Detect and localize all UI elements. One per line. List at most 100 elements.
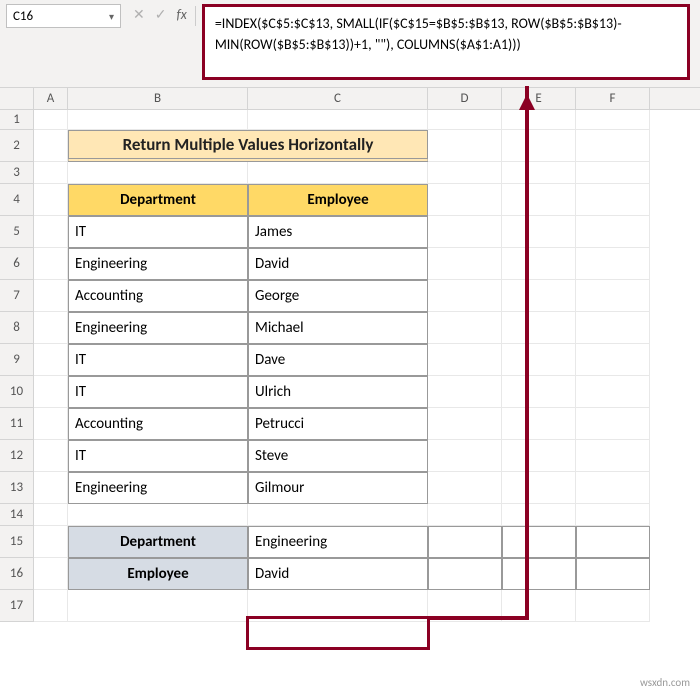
row-header-3[interactable]: 3 <box>0 162 34 184</box>
cell-F7[interactable] <box>576 280 650 312</box>
cell-B14[interactable] <box>68 504 248 526</box>
cell-C14[interactable] <box>248 504 428 526</box>
cell-A6[interactable] <box>34 248 68 280</box>
cell-F11[interactable] <box>576 408 650 440</box>
cell-D15[interactable] <box>428 526 502 558</box>
row-header-14[interactable]: 14 <box>0 504 34 526</box>
cell-B11[interactable]: Accounting <box>68 408 248 440</box>
row-header-8[interactable]: 8 <box>0 312 34 344</box>
cell-A12[interactable] <box>34 440 68 472</box>
cell-A14[interactable] <box>34 504 68 526</box>
col-header-F[interactable]: F <box>576 88 650 109</box>
cell-F9[interactable] <box>576 344 650 376</box>
col-header-B[interactable]: B <box>68 88 248 109</box>
col-header-A[interactable]: A <box>34 88 68 109</box>
cell-D17[interactable] <box>428 590 502 622</box>
enter-icon[interactable]: ✓ <box>155 6 167 23</box>
cell-E6[interactable] <box>502 248 576 280</box>
row-header-13[interactable]: 13 <box>0 472 34 504</box>
row-header-7[interactable]: 7 <box>0 280 34 312</box>
cell-C3[interactable] <box>248 162 428 184</box>
col-header-D[interactable]: D <box>428 88 502 109</box>
cell-D11[interactable] <box>428 408 502 440</box>
cell-C1[interactable] <box>248 110 428 130</box>
cell-F8[interactable] <box>576 312 650 344</box>
cell-F16[interactable] <box>576 558 650 590</box>
cell-A16[interactable] <box>34 558 68 590</box>
col-header-C[interactable]: C <box>248 88 428 109</box>
cell-A8[interactable] <box>34 312 68 344</box>
cell-E2[interactable] <box>502 130 576 162</box>
row-header-10[interactable]: 10 <box>0 376 34 408</box>
cell-F2[interactable] <box>576 130 650 162</box>
cell-A15[interactable] <box>34 526 68 558</box>
cell-F3[interactable] <box>576 162 650 184</box>
cell-F6[interactable] <box>576 248 650 280</box>
cell-C8[interactable]: Michael <box>248 312 428 344</box>
header-employee[interactable]: Employee <box>248 184 428 216</box>
cell-A5[interactable] <box>34 216 68 248</box>
cell-A13[interactable] <box>34 472 68 504</box>
cell-C5[interactable]: James <box>248 216 428 248</box>
cell-D3[interactable] <box>428 162 502 184</box>
name-box[interactable]: C16 ▾ <box>6 4 121 28</box>
header-department[interactable]: Department <box>68 184 248 216</box>
cell-A4[interactable] <box>34 184 68 216</box>
cell-C9[interactable]: Dave <box>248 344 428 376</box>
formula-input[interactable]: =INDEX($C$5:$C$13, SMALL(IF($C$15=$B$5:$… <box>202 4 690 80</box>
cell-C10[interactable]: Ulrich <box>248 376 428 408</box>
cell-B7[interactable]: Accounting <box>68 280 248 312</box>
cell-E9[interactable] <box>502 344 576 376</box>
cell-E7[interactable] <box>502 280 576 312</box>
cell-B17[interactable] <box>68 590 248 622</box>
cell-D9[interactable] <box>428 344 502 376</box>
cell-A9[interactable] <box>34 344 68 376</box>
cell-C15[interactable]: Engineering <box>248 526 428 558</box>
cell-B3[interactable] <box>68 162 248 184</box>
cell-D5[interactable] <box>428 216 502 248</box>
row-header-2[interactable]: 2 <box>0 130 34 162</box>
cell-C17[interactable] <box>248 590 428 622</box>
cell-E5[interactable] <box>502 216 576 248</box>
cell-F14[interactable] <box>576 504 650 526</box>
cell-F12[interactable] <box>576 440 650 472</box>
cell-D6[interactable] <box>428 248 502 280</box>
cell-D8[interactable] <box>428 312 502 344</box>
cell-A7[interactable] <box>34 280 68 312</box>
cell-C12[interactable]: Steve <box>248 440 428 472</box>
cell-B8[interactable]: Engineering <box>68 312 248 344</box>
cell-E4[interactable] <box>502 184 576 216</box>
cell-B10[interactable]: IT <box>68 376 248 408</box>
cell-E14[interactable] <box>502 504 576 526</box>
cell-C7[interactable]: George <box>248 280 428 312</box>
cell-E15[interactable] <box>502 526 576 558</box>
cell-F5[interactable] <box>576 216 650 248</box>
col-header-E[interactable]: E <box>502 88 576 109</box>
row-header-15[interactable]: 15 <box>0 526 34 558</box>
select-all-corner[interactable] <box>0 88 34 109</box>
cell-F13[interactable] <box>576 472 650 504</box>
row-header-9[interactable]: 9 <box>0 344 34 376</box>
row-header-16[interactable]: 16 <box>0 558 34 590</box>
row-header-4[interactable]: 4 <box>0 184 34 216</box>
cell-D13[interactable] <box>428 472 502 504</box>
label-employee[interactable]: Employee <box>68 558 248 590</box>
cell-E17[interactable] <box>502 590 576 622</box>
cell-E10[interactable] <box>502 376 576 408</box>
cell-D16[interactable] <box>428 558 502 590</box>
cell-D4[interactable] <box>428 184 502 216</box>
cell-B13[interactable]: Engineering <box>68 472 248 504</box>
cell-B1[interactable] <box>68 110 248 130</box>
cell-A1[interactable] <box>34 110 68 130</box>
cell-E1[interactable] <box>502 110 576 130</box>
cell-A10[interactable] <box>34 376 68 408</box>
cell-B12[interactable]: IT <box>68 440 248 472</box>
cell-F4[interactable] <box>576 184 650 216</box>
cell-B9[interactable]: IT <box>68 344 248 376</box>
fx-icon[interactable]: fx <box>176 6 186 23</box>
cell-B5[interactable]: IT <box>68 216 248 248</box>
cell-E8[interactable] <box>502 312 576 344</box>
row-header-17[interactable]: 17 <box>0 590 34 622</box>
cell-A17[interactable] <box>34 590 68 622</box>
cell-D12[interactable] <box>428 440 502 472</box>
